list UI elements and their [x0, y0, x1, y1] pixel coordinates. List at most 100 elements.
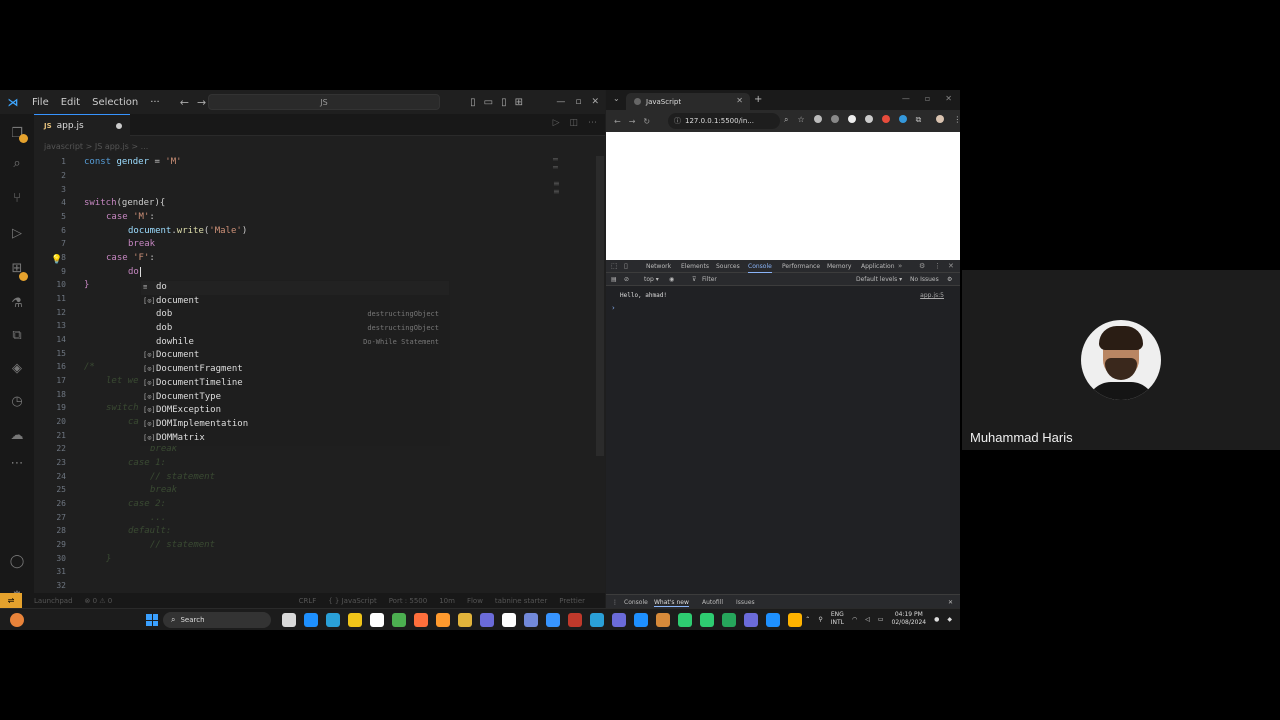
- maximize-icon[interactable]: ▫: [575, 97, 581, 107]
- back-icon[interactable]: ←: [614, 117, 621, 126]
- taskbar-app-icon[interactable]: [700, 613, 714, 627]
- minimize-icon[interactable]: —: [902, 94, 910, 103]
- browser-menu-icon[interactable]: ⋮: [953, 115, 960, 125]
- taskbar-app-icon[interactable]: [392, 613, 406, 627]
- nav-forward-icon[interactable]: →: [197, 96, 206, 109]
- console-prompt-icon[interactable]: ›: [612, 304, 615, 312]
- new-tab-icon[interactable]: +: [754, 94, 762, 105]
- devtools-tab-memory[interactable]: Memory: [827, 263, 851, 270]
- device-toolbar-icon[interactable]: ▯: [624, 262, 628, 270]
- input-language[interactable]: ENG INTL: [831, 611, 844, 627]
- status-tabnine[interactable]: tabnine starter: [495, 597, 547, 605]
- close-tab-icon[interactable]: ✕: [736, 96, 743, 105]
- log-levels-dropdown[interactable]: Default levels ▾: [856, 276, 902, 283]
- taskbar-app-icon[interactable]: [766, 613, 780, 627]
- devtools-tab-console[interactable]: Console: [748, 263, 772, 273]
- devtools-tab-application[interactable]: Application: [861, 263, 895, 270]
- taskbar-app-icon[interactable]: [568, 613, 582, 627]
- menu-file[interactable]: File: [26, 97, 55, 108]
- run-file-icon[interactable]: ▷: [553, 118, 560, 128]
- menu-selection[interactable]: Selection: [86, 97, 144, 108]
- taskbar-app-icon[interactable]: [634, 613, 648, 627]
- taskbar-app-icon[interactable]: [546, 613, 560, 627]
- clear-console-icon[interactable]: ⊘: [624, 276, 629, 283]
- tab-search-icon[interactable]: ⌄: [613, 94, 620, 103]
- suggestion-item[interactable]: ≡ do: [141, 281, 449, 295]
- taskbar-app-icon[interactable]: [304, 613, 318, 627]
- close-devtools-icon[interactable]: ✕: [948, 262, 954, 270]
- extensions-puzzle-icon[interactable]: ⧉: [916, 115, 922, 125]
- menu-edit[interactable]: Edit: [55, 97, 86, 108]
- taskbar-search[interactable]: ⌕ Search: [163, 612, 271, 628]
- wifi-icon[interactable]: ◠: [852, 616, 857, 623]
- clock[interactable]: 04:19 PM 02/08/2024: [892, 611, 927, 627]
- browser-tab[interactable]: JavaScript ✕: [626, 93, 750, 110]
- tab-app-js[interactable]: JS app.js: [34, 114, 130, 136]
- suggestion-item[interactable]: [⊙] DocumentFragment: [141, 363, 449, 377]
- address-bar[interactable]: ⓘ 127.0.0.1:5500/in...: [668, 113, 780, 129]
- drawer-tab-console[interactable]: Console: [624, 599, 648, 606]
- docker-icon[interactable]: ◈: [8, 359, 26, 377]
- taskbar-app-icon[interactable]: [524, 613, 538, 627]
- start-button-icon[interactable]: [146, 614, 158, 626]
- console-settings-icon[interactable]: ⚙: [947, 276, 952, 283]
- taskbar-app-icon[interactable]: [788, 613, 802, 627]
- suggestion-item[interactable]: dob destructingObject: [141, 308, 449, 322]
- profile-avatar-icon[interactable]: [936, 115, 945, 123]
- customize-layout-icon[interactable]: ⊞: [515, 97, 523, 108]
- issues-counter[interactable]: No Issues: [910, 276, 939, 283]
- notifications-icon[interactable]: ●: [934, 616, 939, 623]
- more-views-icon[interactable]: ⋯: [8, 454, 26, 472]
- command-center[interactable]: JS: [208, 94, 440, 110]
- live-expression-icon[interactable]: ◉: [669, 276, 674, 283]
- toggle-panel-icon[interactable]: ▭: [484, 97, 493, 108]
- devtools-menu-icon[interactable]: ⋮: [934, 262, 941, 270]
- vertical-scrollbar[interactable]: [596, 156, 604, 456]
- minimize-icon[interactable]: —: [556, 97, 565, 107]
- devtools-tab-elements[interactable]: Elements: [681, 263, 709, 270]
- taskbar-app-icon[interactable]: [414, 613, 428, 627]
- toggle-sidebar-icon[interactable]: ▯: [470, 97, 476, 108]
- site-info-icon[interactable]: ⓘ: [674, 116, 681, 126]
- taskbar-app-icon[interactable]: [612, 613, 626, 627]
- close-drawer-icon[interactable]: ✕: [948, 599, 953, 606]
- suggestion-item[interactable]: [⊙] DocumentTimeline: [141, 377, 449, 391]
- inspect-element-icon[interactable]: ⬚: [611, 262, 618, 270]
- extension-icon[interactable]: [881, 115, 890, 123]
- volume-icon[interactable]: ◁: [865, 616, 870, 623]
- taskbar-app-icon[interactable]: [678, 613, 692, 627]
- taskbar-app-icon[interactable]: [722, 613, 736, 627]
- suggestion-item[interactable]: [⊙] DOMImplementation: [141, 418, 449, 432]
- suggestion-item[interactable]: [⊙] DOMMatrix: [141, 432, 449, 446]
- taskbar-app-icon[interactable]: [326, 613, 340, 627]
- testing-icon[interactable]: ⚗: [8, 294, 26, 312]
- source-control-icon[interactable]: ⑂: [8, 189, 26, 207]
- taskbar-app-icon[interactable]: [656, 613, 670, 627]
- close-icon[interactable]: ✕: [945, 94, 952, 103]
- page-viewport[interactable]: [606, 132, 960, 260]
- reload-icon[interactable]: ↻: [643, 117, 650, 126]
- taskbar-app-icon[interactable]: [282, 613, 296, 627]
- status-eol[interactable]: CRLF: [299, 597, 317, 605]
- forward-icon[interactable]: →: [629, 117, 636, 126]
- remote-explorer-icon[interactable]: ⧉: [8, 326, 26, 344]
- taskbar-app-icon[interactable]: [436, 613, 450, 627]
- nav-back-icon[interactable]: ←: [180, 96, 189, 109]
- extension-icon[interactable]: [847, 115, 856, 123]
- extension-icon[interactable]: [813, 115, 822, 123]
- extension-icon[interactable]: [864, 115, 873, 123]
- close-icon[interactable]: ✕: [591, 97, 599, 107]
- remote-indicator-icon[interactable]: ⇌: [0, 593, 22, 608]
- status-prettier[interactable]: Prettier: [559, 597, 585, 605]
- drawer-tab-autofill[interactable]: Autofill: [702, 599, 723, 606]
- suggestion-item[interactable]: [⊙] Document: [141, 349, 449, 363]
- show-hidden-icons-icon[interactable]: ⌃: [805, 616, 810, 623]
- account-icon[interactable]: ◯: [8, 552, 26, 570]
- search-icon[interactable]: ⌕: [8, 154, 26, 172]
- maximize-icon[interactable]: ▫: [925, 94, 930, 103]
- status-flow[interactable]: Flow: [467, 597, 483, 605]
- run-debug-icon[interactable]: ▷: [8, 224, 26, 242]
- bookmark-star-icon[interactable]: ☆: [797, 115, 804, 125]
- suggestion-item[interactable]: dob destructingObject: [141, 322, 449, 336]
- devtools-tab-sources[interactable]: Sources: [716, 263, 740, 270]
